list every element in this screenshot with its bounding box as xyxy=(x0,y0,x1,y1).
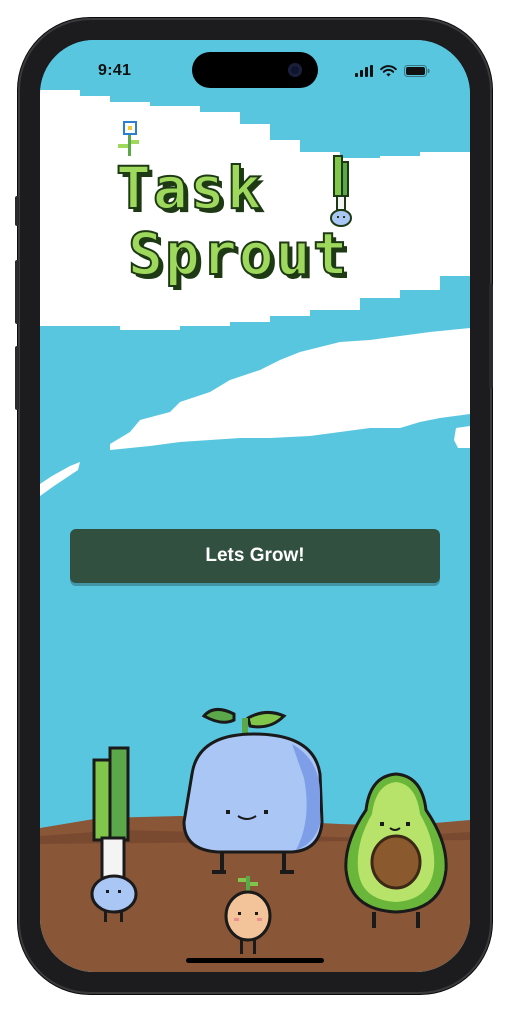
cloud xyxy=(454,426,470,448)
status-icons xyxy=(355,65,430,77)
avocado-character xyxy=(344,772,448,928)
battery-icon xyxy=(404,65,430,77)
app-screen: 9:41 Task Sprout Lets Grow! xyxy=(40,40,470,972)
signal-icon xyxy=(355,65,373,77)
blueberry-blob-character xyxy=(182,708,324,874)
home-indicator[interactable] xyxy=(186,958,324,963)
silent-switch xyxy=(15,196,19,226)
camera-icon xyxy=(288,63,302,77)
onion-character xyxy=(224,876,272,954)
status-bar: 9:41 xyxy=(40,40,470,100)
app-title-line2: Sprout xyxy=(127,220,350,288)
dynamic-island xyxy=(192,52,318,88)
power-button xyxy=(489,284,493,388)
status-time: 9:41 xyxy=(98,62,132,79)
leek-character xyxy=(90,746,138,922)
leek-title-decoration xyxy=(330,155,352,227)
volume-down-button xyxy=(15,346,19,410)
wifi-icon xyxy=(380,65,397,77)
volume-up-button xyxy=(15,260,19,324)
app-title-line1: Task xyxy=(115,154,264,222)
lets-grow-button[interactable]: Lets Grow! xyxy=(70,529,440,583)
